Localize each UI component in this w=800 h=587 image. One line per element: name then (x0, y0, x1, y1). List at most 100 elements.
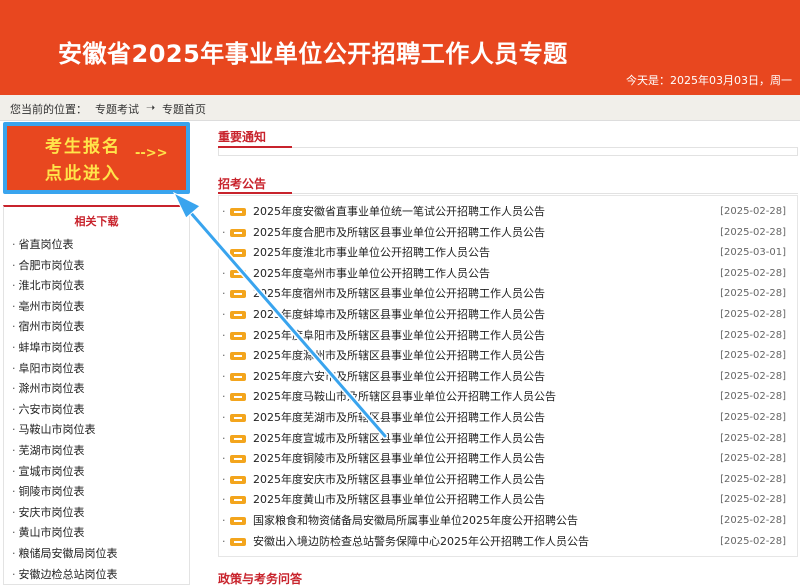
announcement-date: [2025-02-28] (720, 473, 786, 485)
announcement-date: [2025-02-28] (720, 535, 786, 547)
download-link[interactable]: 蚌埠市岗位表 (12, 338, 189, 359)
download-link[interactable]: 粮储局安徽局岗位表 (12, 544, 189, 565)
announcement-link[interactable]: 2025年度安徽省直事业单位统一笔试公开招聘工作人员公告 (253, 202, 545, 223)
announcement-link[interactable]: 国家粮食和物资储备局安徽局所属事业单位2025年度公开招聘公告 (253, 511, 578, 532)
announcement-date: [2025-02-28] (720, 370, 786, 382)
announcement-date: [2025-03-01] (720, 247, 786, 259)
announcement-link[interactable]: 2025年度六安市及所辖区县事业单位公开招聘工作人员公告 (253, 367, 545, 388)
new-tag-icon (230, 228, 246, 237)
announcement-link[interactable]: 2025年度宣城市及所辖区县事业单位公开招聘工作人员公告 (253, 429, 545, 450)
announcement-link[interactable]: 2025年度阜阳市及所辖区县事业单位公开招聘工作人员公告 (253, 326, 545, 347)
announcement-date: [2025-02-28] (720, 391, 786, 403)
announcement-link[interactable]: 2025年度安庆市及所辖区县事业单位公开招聘工作人员公告 (253, 470, 545, 491)
new-tag-icon (230, 434, 246, 443)
announcement-link[interactable]: 2025年度蚌埠市及所辖区县事业单位公开招聘工作人员公告 (253, 305, 545, 326)
download-link[interactable]: 宿州市岗位表 (12, 317, 189, 338)
announcement-link[interactable]: 2025年度芜湖市及所辖区县事业单位公开招聘工作人员公告 (253, 408, 545, 429)
announcement-link[interactable]: 安徽出入境边防检查总站警务保障中心2025年公开招聘工作人员公告 (253, 532, 589, 553)
download-link[interactable]: 芜湖市岗位表 (12, 441, 189, 462)
download-link[interactable]: 铜陵市岗位表 (12, 482, 189, 503)
download-link[interactable]: 安庆市岗位表 (12, 503, 189, 524)
candidate-registration-button[interactable]: 考生报名 点此进入 -->> (3, 122, 190, 194)
announcement-date: [2025-02-28] (720, 432, 786, 444)
list-item: · 2025年度淮北市事业单位公开招聘工作人员公告 [2025-03-01] (218, 243, 798, 264)
new-tag-icon (230, 352, 246, 361)
new-tag-icon (230, 393, 246, 402)
list-item: · 2025年度宣城市及所辖区县事业单位公开招聘工作人员公告 [2025-02-28… (218, 429, 798, 450)
download-link[interactable]: 马鞍山市岗位表 (12, 420, 189, 441)
download-link[interactable]: 宣城市岗位表 (12, 462, 189, 483)
list-item: · 国家粮食和物资储备局安徽局所属事业单位2025年度公开招聘公告 [2025-02… (218, 511, 798, 532)
new-tag-icon (230, 413, 246, 422)
announcement-link[interactable]: 2025年度铜陵市及所辖区县事业单位公开招聘工作人员公告 (253, 449, 545, 470)
announcement-link[interactable]: 2025年度滁州市及所辖区县事业单位公开招聘工作人员公告 (253, 346, 545, 367)
download-link[interactable]: 黄山市岗位表 (12, 523, 189, 544)
list-item: · 2025年度马鞍山市及所辖区县事业单位公开招聘工作人员公告 [2025-02-2… (218, 387, 798, 408)
notices-list (218, 148, 798, 156)
new-tag-icon (230, 269, 246, 278)
announcement-link[interactable]: 2025年度合肥市及所辖区县事业单位公开招聘工作人员公告 (253, 223, 545, 244)
download-link[interactable]: 阜阳市岗位表 (12, 359, 189, 380)
downloads-title: 相关下载 (74, 215, 119, 228)
announcement-date: [2025-02-28] (720, 494, 786, 506)
breadcrumb-prefix: 您当前的位置： (10, 103, 87, 116)
new-tag-icon (230, 310, 246, 319)
page-title: 安徽省2025年事业单位公开招聘工作人员专题 (58, 40, 568, 68)
download-link[interactable]: 亳州市岗位表 (12, 297, 189, 318)
announcement-link[interactable]: 2025年度宿州市及所辖区县事业单位公开招聘工作人员公告 (253, 284, 545, 305)
new-tag-icon (230, 496, 246, 505)
announcements-accent-bar (218, 192, 292, 194)
current-date: 今天是：2025年03月03日，周一 (626, 74, 792, 87)
announcement-date: [2025-02-28] (720, 350, 786, 362)
new-tag-icon (230, 516, 246, 525)
new-tag-icon (230, 249, 246, 258)
new-tag-icon (230, 475, 246, 484)
list-item: · 2025年度阜阳市及所辖区县事业单位公开招聘工作人员公告 [2025-02-28… (218, 326, 798, 347)
announcements-title: 招考公告 (218, 177, 267, 191)
list-item: · 2025年度黄山市及所辖区县事业单位公开招聘工作人员公告 [2025-02-28… (218, 490, 798, 511)
announcement-date: [2025-02-28] (720, 226, 786, 238)
download-link[interactable]: 合肥市岗位表 (12, 256, 189, 277)
download-link[interactable]: 淮北市岗位表 (12, 276, 189, 297)
announcement-date: [2025-02-28] (720, 206, 786, 217)
registration-line1: 考生报名 (45, 137, 121, 157)
downloads-list: 省直岗位表 合肥市岗位表 淮北市岗位表 亳州市岗位表 宿州市岗位表 蚌埠市岗位表… (4, 235, 189, 585)
new-tag-icon (230, 208, 246, 216)
announcements-list: · 2025年度安徽省直事业单位统一笔试公开招聘工作人员公告 [2025-02-28… (218, 202, 798, 552)
announcement-date: [2025-02-28] (720, 514, 786, 526)
announcement-date: [2025-02-28] (720, 411, 786, 423)
announcement-link[interactable]: 2025年度黄山市及所辖区县事业单位公开招聘工作人员公告 (253, 490, 545, 511)
new-tag-icon (230, 290, 246, 299)
download-link[interactable]: 滁州市岗位表 (12, 379, 189, 400)
list-item: · 2025年度亳州市事业单位公开招聘工作人员公告 [2025-02-28] (218, 264, 798, 285)
breadcrumb: 您当前的位置： 专题考试 ➝ 专题首页 (0, 95, 800, 121)
list-item: · 2025年度安徽省直事业单位统一笔试公开招聘工作人员公告 [2025-02-28… (218, 202, 798, 223)
breadcrumb-link-home[interactable]: 专题首页 (162, 101, 206, 117)
list-item: · 安徽出入境边防检查总站警务保障中心2025年公开招聘工作人员公告 [2025-0… (218, 532, 798, 553)
list-item: · 2025年度六安市及所辖区县事业单位公开招聘工作人员公告 [2025-02-28… (218, 367, 798, 388)
download-link[interactable]: 六安市岗位表 (12, 400, 189, 421)
list-item: · 2025年度铜陵市及所辖区县事业单位公开招聘工作人员公告 [2025-02-28… (218, 449, 798, 470)
breadcrumb-separator-icon: ➝ (146, 101, 156, 114)
list-item: · 2025年度合肥市及所辖区县事业单位公开招聘工作人员公告 [2025-02-28… (218, 223, 798, 244)
header-banner: 安徽省2025年事业单位公开招聘工作人员专题 今天是：2025年03月03日，周… (0, 0, 800, 95)
new-tag-icon (230, 372, 246, 381)
announcement-date: [2025-02-28] (720, 308, 786, 320)
download-link[interactable]: 省直岗位表 (12, 235, 189, 256)
new-tag-icon (230, 331, 246, 340)
list-item: · 2025年度蚌埠市及所辖区县事业单位公开招聘工作人员公告 [2025-02-28… (218, 305, 798, 326)
download-link[interactable]: 安徽边检总站岗位表 (12, 565, 189, 586)
downloads-panel: 相关下载 省直岗位表 合肥市岗位表 淮北市岗位表 亳州市岗位表 宿州市岗位表 蚌… (3, 205, 190, 585)
registration-line2: 点此进入 (45, 164, 121, 184)
list-item: · 2025年度宿州市及所辖区县事业单位公开招聘工作人员公告 [2025-02-28… (218, 284, 798, 305)
arrow-right-icon: -->> (135, 146, 168, 161)
notices-title: 重要通知 (218, 130, 267, 144)
list-item: · 2025年度滁州市及所辖区县事业单位公开招聘工作人员公告 [2025-02-28… (218, 346, 798, 367)
announcement-link[interactable]: 2025年度马鞍山市及所辖区县事业单位公开招聘工作人员公告 (253, 387, 556, 408)
announcements-divider (218, 193, 798, 194)
announcement-date: [2025-02-28] (720, 453, 786, 465)
announcement-link[interactable]: 2025年度淮北市事业单位公开招聘工作人员公告 (253, 243, 490, 264)
announcement-link[interactable]: 2025年度亳州市事业单位公开招聘工作人员公告 (253, 264, 490, 285)
breadcrumb-link-exam[interactable]: 专题考试 (95, 101, 139, 117)
announcement-date: [2025-02-28] (720, 267, 786, 279)
